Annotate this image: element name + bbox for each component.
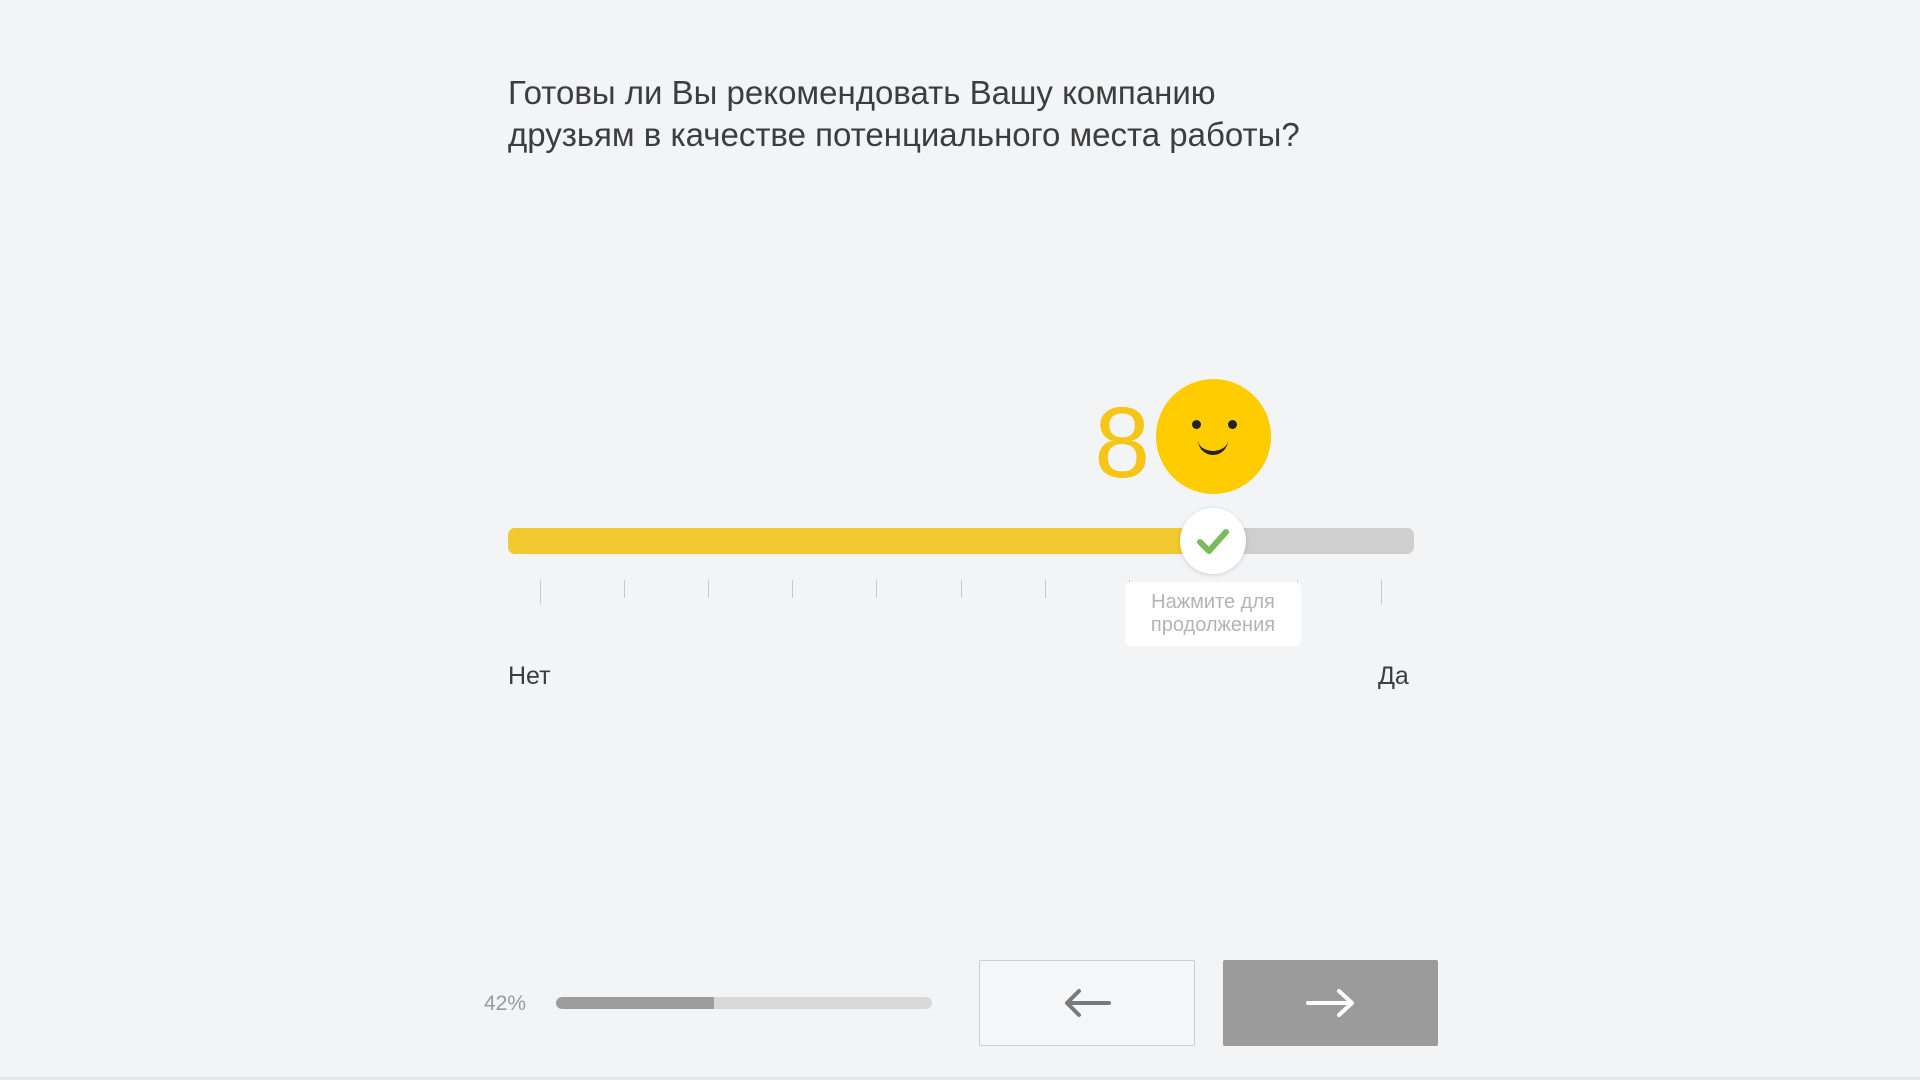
rating-tick — [708, 580, 709, 598]
survey-progress-bar — [556, 997, 932, 1009]
rating-tick — [876, 580, 877, 598]
survey-progress-fill — [556, 997, 714, 1009]
hint-line-2: продолжения — [1150, 614, 1276, 636]
rating-tick — [1381, 580, 1382, 604]
smiley-face-icon — [1156, 379, 1271, 494]
rating-ticks — [0, 580, 1920, 610]
score-value: 8 — [1094, 387, 1150, 499]
rating-slider-track[interactable] — [508, 528, 1414, 554]
rating-tick — [1045, 580, 1046, 598]
rating-slider-fill — [508, 528, 1215, 554]
rating-tick — [624, 580, 625, 598]
hint-line-1: Нажмите для — [1151, 591, 1275, 613]
rating-slider-thumb[interactable] — [1180, 508, 1246, 574]
next-button[interactable] — [1223, 960, 1438, 1046]
rating-tick — [792, 580, 793, 598]
arrow-right-icon — [1305, 989, 1354, 1017]
rating-scale: 8 Нажмите для продолжения Нет Да — [0, 0, 1920, 1080]
smiley-left-eye — [1192, 420, 1201, 429]
scale-max-label: Да — [1378, 662, 1409, 690]
smiley-mouth — [1198, 437, 1228, 455]
rating-tick — [540, 580, 541, 604]
scale-min-label: Нет — [508, 662, 551, 690]
arrow-left-icon — [1065, 989, 1111, 1017]
smiley-right-eye — [1228, 420, 1237, 429]
continue-hint[interactable]: Нажмите для продолжения — [1125, 582, 1301, 646]
checkmark-icon — [1197, 529, 1229, 554]
rating-tick — [961, 580, 962, 598]
progress-percent: 42% — [484, 992, 527, 1015]
back-button[interactable] — [979, 960, 1195, 1046]
